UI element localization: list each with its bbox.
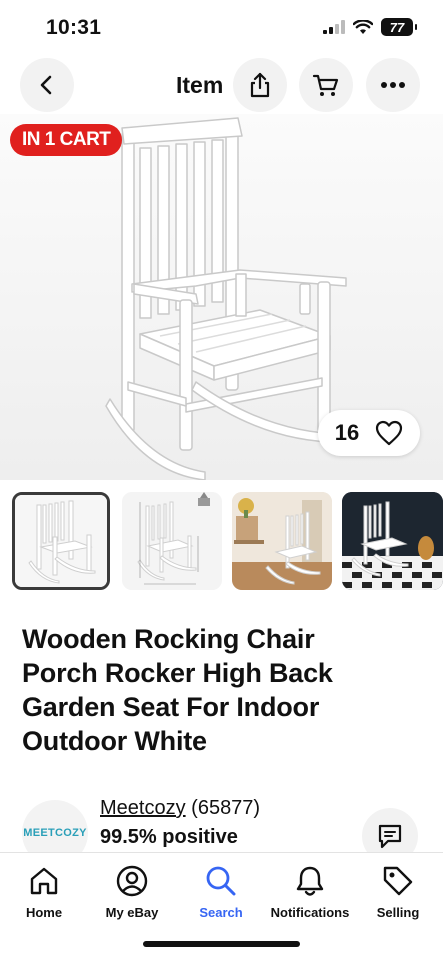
status-time: 10:31	[46, 16, 102, 39]
tab-label: Selling	[376, 905, 420, 920]
home-icon	[30, 867, 58, 895]
heart-icon	[376, 420, 403, 446]
back-button[interactable]	[20, 58, 74, 112]
tab-my-ebay[interactable]: My eBay	[84, 861, 180, 920]
tab-label: Search	[199, 905, 243, 920]
tag-icon	[383, 866, 413, 896]
seller-name-link[interactable]: Meetcozy	[100, 797, 186, 819]
bell-icon	[296, 866, 324, 896]
chair-thumbnail-image	[15, 495, 107, 587]
tab-selling[interactable]: Selling	[350, 861, 443, 920]
thumbnail-dark-room[interactable]	[342, 492, 443, 590]
share-icon	[250, 72, 270, 98]
seller-positive-rating: 99.5% positive	[100, 826, 238, 848]
seller-name-row[interactable]: Meetcozy (65877)	[100, 797, 260, 820]
tab-label: Notifications	[270, 905, 350, 920]
cart-icon	[312, 74, 339, 96]
title-line: Porch Rocker High Back	[22, 658, 333, 688]
status-bar: 10:31 77	[0, 0, 443, 56]
more-icon	[381, 82, 405, 88]
room-thumbnail-image	[232, 492, 332, 590]
page-title: Item	[176, 72, 224, 98]
dimensions-thumbnail-image	[122, 492, 222, 590]
status-icons: 77	[323, 18, 417, 36]
wifi-icon	[353, 19, 373, 34]
top-nav: Item	[0, 56, 443, 114]
more-options-button[interactable]	[366, 58, 420, 112]
hero-image[interactable]: IN 1 CART 16	[0, 114, 443, 480]
message-icon	[378, 824, 402, 849]
battery-icon: 77	[381, 18, 417, 36]
thumbnail-room-setting[interactable]	[232, 492, 332, 590]
thumbnail-strip	[0, 490, 443, 594]
seller-logo-text: MEETCOZY	[23, 827, 87, 839]
thumbnail-front-view[interactable]	[12, 492, 110, 590]
dark-room-thumbnail-image	[342, 492, 443, 590]
tab-label: Home	[25, 905, 63, 920]
listing-title: Wooden Rocking Chair Porch Rocker High B…	[22, 622, 422, 758]
search-icon	[206, 866, 236, 896]
tab-home[interactable]: Home	[0, 861, 92, 920]
watch-count: 16	[334, 420, 360, 445]
title-line: Outdoor White	[22, 726, 207, 756]
home-indicator	[143, 941, 300, 947]
seller-feedback-count: (65877)	[191, 797, 261, 819]
thumbnail-dimensions[interactable]	[122, 492, 222, 590]
watch-button[interactable]: 16	[318, 410, 420, 456]
tab-label: My eBay	[105, 905, 159, 920]
in-cart-badge: IN 1 CART	[10, 124, 123, 156]
user-icon	[116, 865, 148, 897]
share-button[interactable]	[233, 58, 287, 112]
tab-notifications[interactable]: Notifications	[262, 861, 358, 920]
tab-search[interactable]: Search	[173, 861, 269, 920]
title-line: Wooden Rocking Chair	[22, 624, 315, 654]
cart-button[interactable]	[299, 58, 353, 112]
title-line: Garden Seat For Indoor	[22, 692, 320, 722]
signal-icon	[323, 20, 345, 34]
chevron-left-icon	[40, 75, 52, 95]
